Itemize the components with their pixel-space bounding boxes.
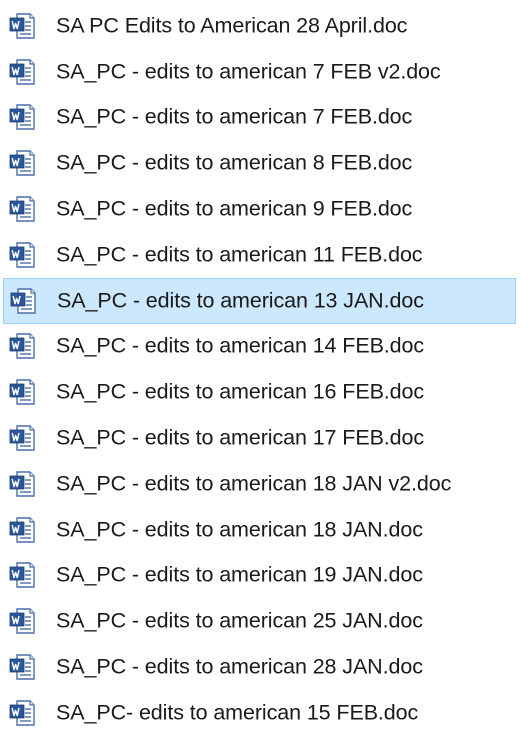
file-list-item[interactable]: SA PC Edits to American 28 April.doc [0,3,532,49]
word-document-icon [8,653,36,681]
file-name: SA PC Edits to American 28 April.doc [56,13,408,38]
file-name: SA_PC - edits to american 11 FEB.doc [56,242,423,267]
file-name: SA_PC - edits to american 16 FEB.doc [56,379,425,404]
file-list-item[interactable]: SA_PC - edits to american 19 JAN.doc [0,553,532,599]
word-document-icon [8,607,36,635]
file-list: SA PC Edits to American 28 April.doc SA_… [0,3,532,736]
word-document-icon [8,561,36,589]
word-document-icon [8,516,36,544]
word-document-icon [8,58,36,86]
file-name: SA_PC - edits to american 8 FEB.doc [56,150,413,175]
word-document-icon [8,332,36,360]
file-name: SA_PC - edits to american 14 FEB.doc [56,333,425,358]
file-list-item[interactable]: SA_PC - edits to american 11 FEB.doc [0,232,532,278]
file-list-item[interactable]: SA_PC - edits to american 25 JAN.doc [0,598,532,644]
word-document-icon [9,287,37,315]
file-list-item[interactable]: SA_PC- edits to american 15 FEB.doc [0,690,532,736]
file-list-item[interactable]: SA_PC - edits to american 13 JAN.doc [3,277,516,324]
word-document-icon [8,699,36,727]
file-list-item[interactable]: SA_PC - edits to american 14 FEB.doc [0,324,532,370]
word-document-icon [8,470,36,498]
file-name: SA_PC - edits to american 13 JAN.doc [57,288,424,313]
file-name: SA_PC - edits to american 18 JAN v2.doc [56,471,452,496]
file-name: SA_PC - edits to american 18 JAN.doc [56,517,423,542]
file-list-item[interactable]: SA_PC - edits to american 7 FEB v2.doc [0,49,532,95]
file-name: SA_PC- edits to american 15 FEB.doc [56,700,419,725]
word-document-icon [8,424,36,452]
file-list-item[interactable]: SA_PC - edits to american 7 FEB.doc [0,95,532,141]
word-document-icon [8,241,36,269]
word-document-icon [8,195,36,223]
file-name: SA_PC - edits to american 7 FEB.doc [56,104,413,129]
file-name: SA_PC - edits to american 9 FEB.doc [56,196,413,221]
file-name: SA_PC - edits to american 19 JAN.doc [56,562,423,587]
file-list-item[interactable]: SA_PC - edits to american 18 JAN v2.doc [0,461,532,507]
word-document-icon [8,149,36,177]
file-name: SA_PC - edits to american 17 FEB.doc [56,425,425,450]
file-name: SA_PC - edits to american 25 JAN.doc [56,608,423,633]
file-list-item[interactable]: SA_PC - edits to american 18 JAN.doc [0,507,532,553]
file-list-item[interactable]: SA_PC - edits to american 8 FEB.doc [0,140,532,186]
file-list-item[interactable]: SA_PC - edits to american 17 FEB.doc [0,415,532,461]
word-document-icon [8,378,36,406]
file-list-item[interactable]: SA_PC - edits to american 28 JAN.doc [0,644,532,690]
file-list-item[interactable]: SA_PC - edits to american 9 FEB.doc [0,186,532,232]
word-document-icon [8,103,36,131]
file-list-item[interactable]: SA_PC - edits to american 16 FEB.doc [0,369,532,415]
file-name: SA_PC - edits to american 28 JAN.doc [56,654,423,679]
word-document-icon [8,12,36,40]
file-name: SA_PC - edits to american 7 FEB v2.doc [56,59,441,84]
